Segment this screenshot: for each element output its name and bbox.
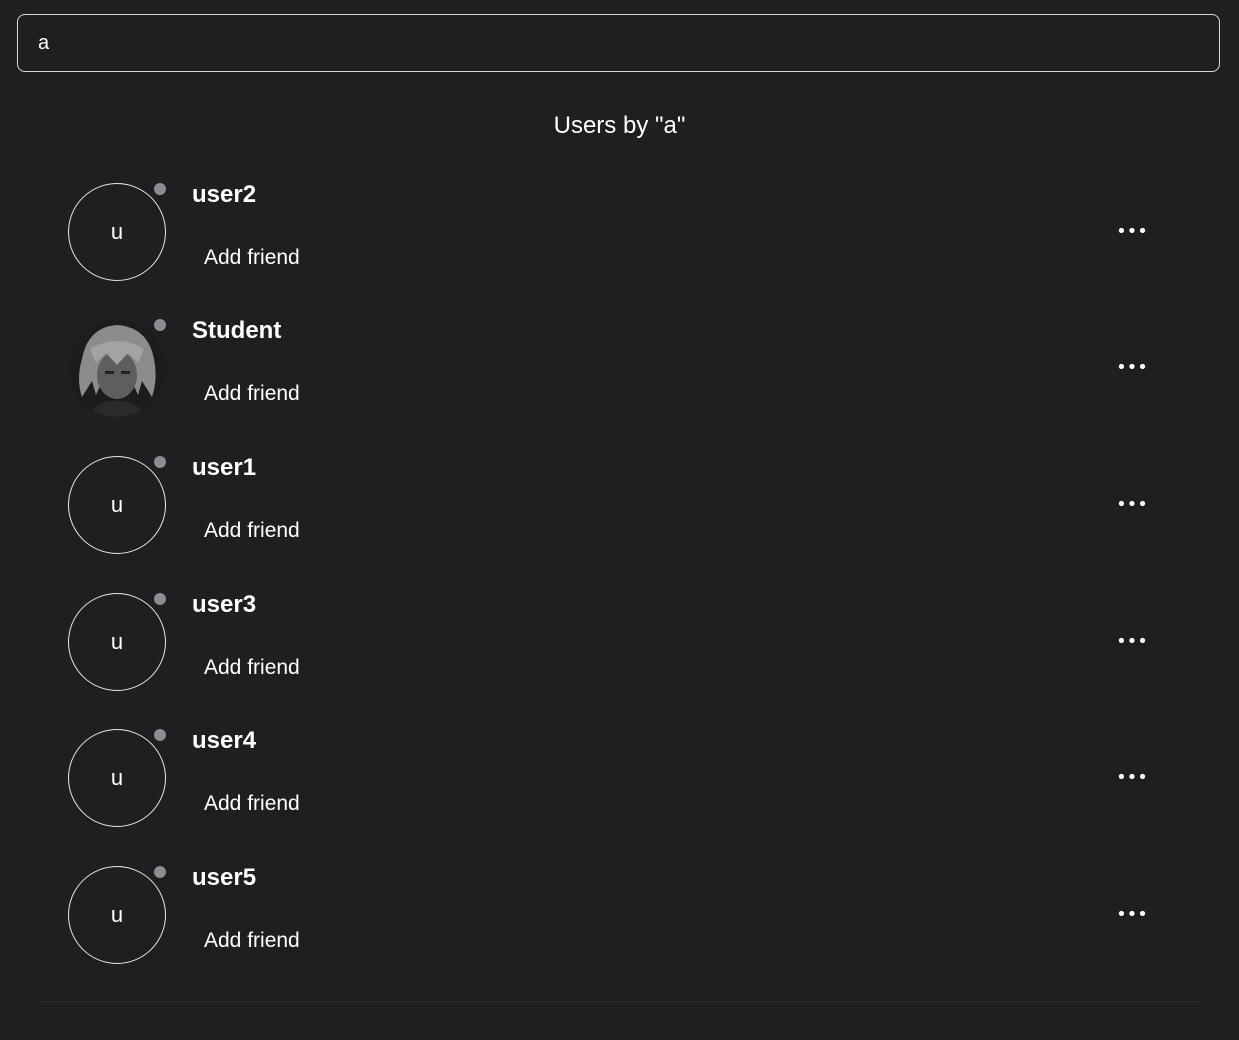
username[interactable]: Student [192, 316, 281, 346]
user-row: u user5 Add friend ••• [40, 863, 1200, 986]
more-options-icon[interactable]: ••• [1112, 900, 1152, 930]
user-row: Student Add friend ••• [40, 316, 1200, 439]
more-options-icon[interactable]: ••• [1112, 627, 1152, 657]
avatar: u [68, 729, 166, 827]
username[interactable]: user5 [192, 863, 256, 893]
more-options-icon[interactable]: ••• [1112, 490, 1152, 520]
more-options-icon[interactable]: ••• [1112, 353, 1152, 383]
avatar-photo-image [68, 319, 166, 417]
add-friend-button[interactable]: Add friend [192, 377, 312, 411]
more-options-icon[interactable]: ••• [1112, 763, 1152, 793]
user-row: u user4 Add friend ••• [40, 726, 1200, 849]
avatar-container[interactable]: u [68, 183, 166, 281]
avatar: u [68, 593, 166, 691]
avatar-container[interactable]: u [68, 593, 166, 691]
avatar-container[interactable]: u [68, 456, 166, 554]
status-indicator-offline [154, 456, 166, 468]
username[interactable]: user4 [192, 726, 256, 756]
add-friend-button[interactable]: Add friend [192, 651, 312, 685]
avatar: u [68, 866, 166, 964]
add-friend-button[interactable]: Add friend [192, 787, 312, 821]
user-row: u user1 Add friend ••• [40, 453, 1200, 576]
search-input[interactable] [18, 15, 1219, 71]
status-indicator-offline [154, 593, 166, 605]
status-indicator-offline [154, 319, 166, 331]
avatar: u [68, 456, 166, 554]
username[interactable]: user1 [192, 453, 256, 483]
avatar-photo [68, 319, 166, 417]
avatar: u [68, 183, 166, 281]
more-options-icon[interactable]: ••• [1112, 217, 1152, 247]
username[interactable]: user3 [192, 590, 256, 620]
user-row: u user3 Add friend ••• [40, 590, 1200, 713]
avatar-container[interactable] [68, 319, 166, 417]
list-divider [40, 1001, 1200, 1002]
add-friend-button[interactable]: Add friend [192, 241, 312, 275]
status-indicator-offline [154, 183, 166, 195]
status-indicator-offline [154, 729, 166, 741]
status-indicator-offline [154, 866, 166, 878]
search-box [17, 14, 1220, 72]
add-friend-button[interactable]: Add friend [192, 514, 312, 548]
avatar-container[interactable]: u [68, 866, 166, 964]
username[interactable]: user2 [192, 180, 256, 210]
user-row: u user2 Add friend ••• [40, 180, 1200, 303]
add-friend-button[interactable]: Add friend [192, 924, 312, 958]
results-title: Users by "a" [553, 112, 686, 139]
avatar-container[interactable]: u [68, 729, 166, 827]
